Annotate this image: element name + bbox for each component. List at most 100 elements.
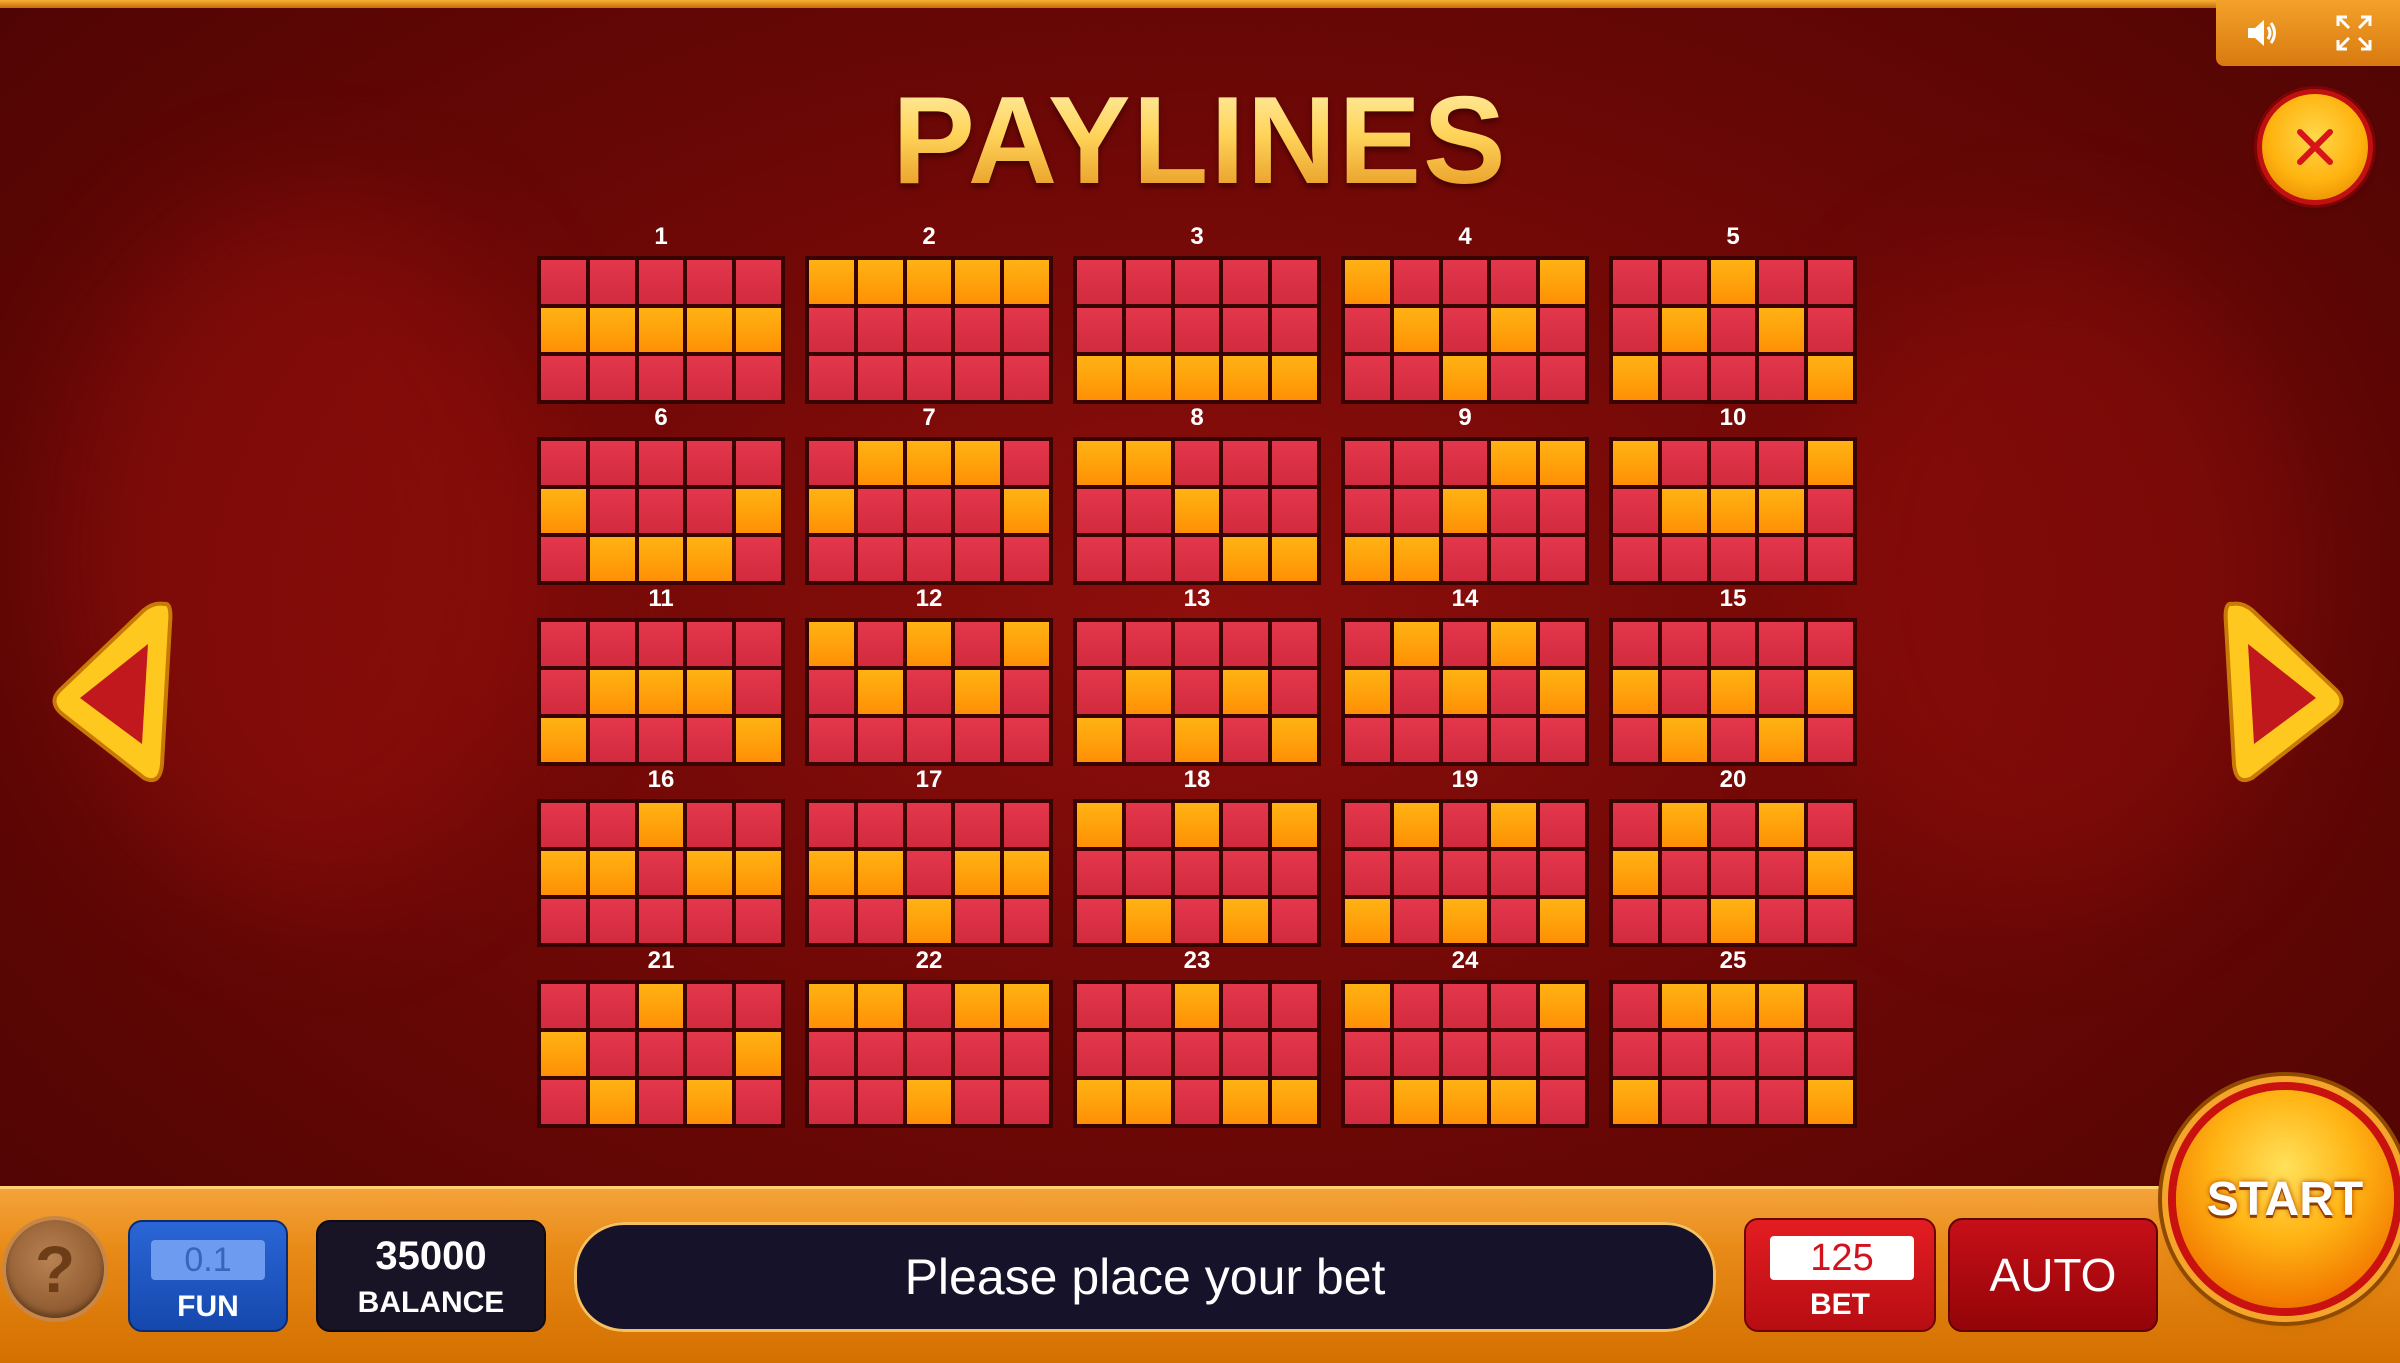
payline-cell-active [638,803,684,847]
payline-cell [1442,803,1488,847]
payline-cell [1077,670,1122,714]
payline-cell [1174,537,1220,581]
payline-board [537,980,785,1128]
payline-cell [955,356,1001,400]
payline-cell [1491,984,1537,1028]
payline-cell [1491,718,1537,762]
payline-number: 1 [654,223,668,250]
fun-button[interactable]: 0.1 FUN [128,1220,288,1332]
payline-cell [1759,1032,1805,1076]
payline-cell [809,537,854,581]
payline-cell [955,803,1001,847]
payline-board [537,799,785,947]
balance-label: BALANCE [357,1286,505,1319]
payline-board [1341,618,1589,766]
close-button[interactable] [2262,94,2368,200]
payline-cell [1808,718,1853,762]
payline-cell [1393,851,1439,895]
payline-cell [857,537,903,581]
payline-cell-active [1491,803,1537,847]
payline-cell [638,622,684,666]
payline-number: 5 [1726,223,1740,250]
payline-cell [1808,537,1853,581]
payline-cell-active [809,489,854,533]
help-button[interactable]: ? [6,1220,104,1318]
balance-display: 35000 BALANCE [316,1220,546,1332]
payline-cell [638,489,684,533]
payline-cell [1540,308,1585,352]
payline-card: 10 [1607,405,1859,585]
payline-cell-active [1710,984,1756,1028]
payline-cell [1661,851,1707,895]
payline-cell-active [1759,984,1805,1028]
payline-board [1609,256,1857,404]
payline-cell-active [1174,489,1220,533]
payline-cell-active [1613,441,1658,485]
payline-card: 21 [535,948,787,1128]
fullscreen-icon[interactable] [2330,9,2378,57]
bet-label: BET [1810,1288,1870,1321]
payline-cell-active [589,308,635,352]
payline-cell [857,899,903,943]
payline-cell [1613,308,1658,352]
payline-cell [906,984,952,1028]
payline-cell [736,537,781,581]
payline-board [1341,799,1589,947]
payline-cell-active [1393,622,1439,666]
payline-board [1073,799,1321,947]
payline-cell [687,984,733,1028]
bet-button[interactable]: 125 BET [1744,1218,1936,1332]
payline-cell [1442,851,1488,895]
payline-cell [857,718,903,762]
payline-cell [1393,670,1439,714]
payline-cell [736,803,781,847]
payline-cell [1808,1032,1853,1076]
payline-cell [1393,356,1439,400]
payline-cell-active [1661,308,1707,352]
payline-cell-active [1540,899,1585,943]
payline-cell [1393,1032,1439,1076]
payline-cell-active [1345,537,1390,581]
payline-cell [1661,260,1707,304]
payline-cell [1661,899,1707,943]
top-right-controls [2216,0,2400,66]
payline-cell [1077,489,1122,533]
payline-cell [1077,899,1122,943]
payline-cell [1442,984,1488,1028]
payline-cell [809,670,854,714]
payline-cell [1442,622,1488,666]
payline-cell [1125,622,1171,666]
payline-cell-active [1272,1080,1317,1124]
payline-cell [638,260,684,304]
payline-cell [1077,537,1122,581]
payline-cell-active [1759,308,1805,352]
payline-cell [809,899,854,943]
speaker-icon[interactable] [2238,9,2286,57]
payline-cell [1004,803,1049,847]
payline-cell [589,899,635,943]
auto-button[interactable]: AUTO [1948,1218,2158,1332]
payline-cell [1759,899,1805,943]
start-button[interactable]: START [2176,1090,2394,1308]
payline-board [1341,256,1589,404]
payline-cell-active [1345,260,1390,304]
payline-cell [736,899,781,943]
payline-cell-active [1491,1080,1537,1124]
payline-card: 3 [1071,224,1323,404]
payline-cell [1174,260,1220,304]
payline-card: 17 [803,767,1055,947]
payline-cell-active [1174,718,1220,762]
payline-cell-active [1491,441,1537,485]
payline-cell [1491,489,1537,533]
payline-cell [1272,441,1317,485]
payline-cell [1710,718,1756,762]
payline-cell [687,718,733,762]
payline-cell-active [736,851,781,895]
previous-page-arrow[interactable] [44,594,174,794]
payline-cell [589,718,635,762]
payline-cell [1345,308,1390,352]
payline-cell [589,984,635,1028]
payline-cell-active [1808,356,1853,400]
payline-board [1341,437,1589,585]
next-page-arrow[interactable] [2222,594,2352,794]
